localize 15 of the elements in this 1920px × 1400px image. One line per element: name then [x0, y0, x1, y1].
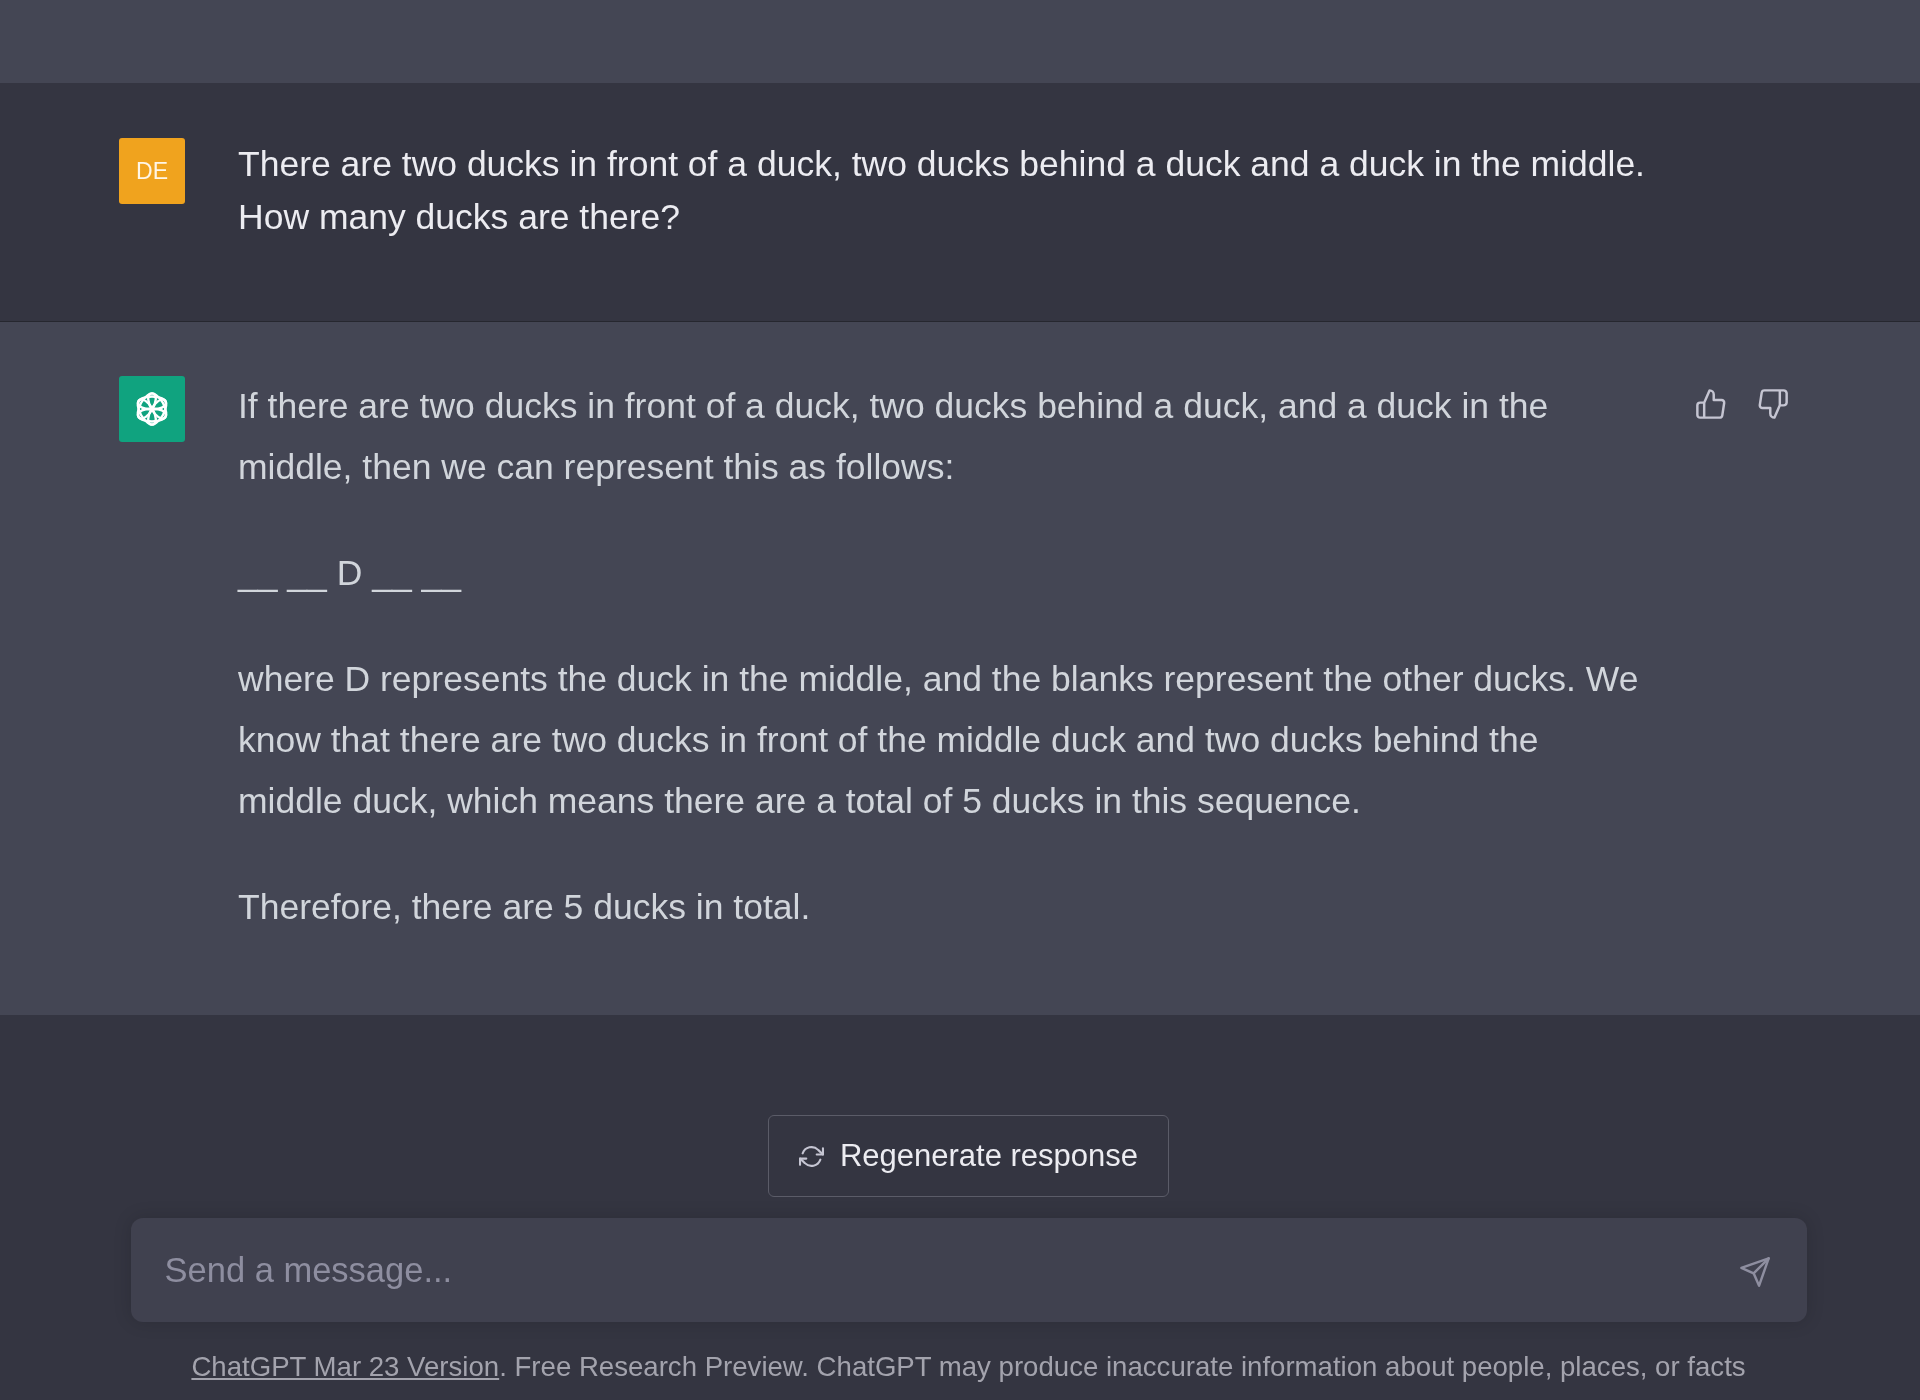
footer-disclaimer: ChatGPT Mar 23 Version. Free Research Preview. ChatGPT may produce inaccurate information about people, places, or facts: [191, 1351, 1746, 1383]
message-text: where D represents the duck in the middle, and the blanks represent the other ducks. We know that there are two ducks in front of the middle duck and two ducks behind the middle duck, which means there are a total of 5 ducks in this sequence.: [238, 658, 1640, 823]
message-text: Therefore, there are 5 ducks in total.: [238, 886, 812, 929]
regenerate-button[interactable]: Regenerate response: [768, 1115, 1169, 1197]
thumbs-down-icon[interactable]: [1758, 389, 1788, 419]
refresh-icon: [798, 1145, 824, 1167]
user-avatar: DE: [119, 138, 185, 204]
version-link[interactable]: ChatGPT Mar 23 Version: [191, 1351, 500, 1382]
knot-logo-icon: [119, 376, 185, 442]
thumbs-up-icon[interactable]: [1696, 389, 1726, 419]
send-icon[interactable]: [1739, 1257, 1770, 1287]
message-input[interactable]: Send a message...: [130, 1218, 1807, 1322]
message-text: If there are two ducks in front of a duck, two ducks behind a duck, and a duck in the middle, then we can represent this as follows:: [238, 385, 1550, 489]
message-text: There are two ducks in front of a duck, two ducks behind a duck and a duck in the middle. How many ducks are there?: [238, 143, 1646, 239]
message-text: __ __ D __ __: [238, 552, 463, 595]
